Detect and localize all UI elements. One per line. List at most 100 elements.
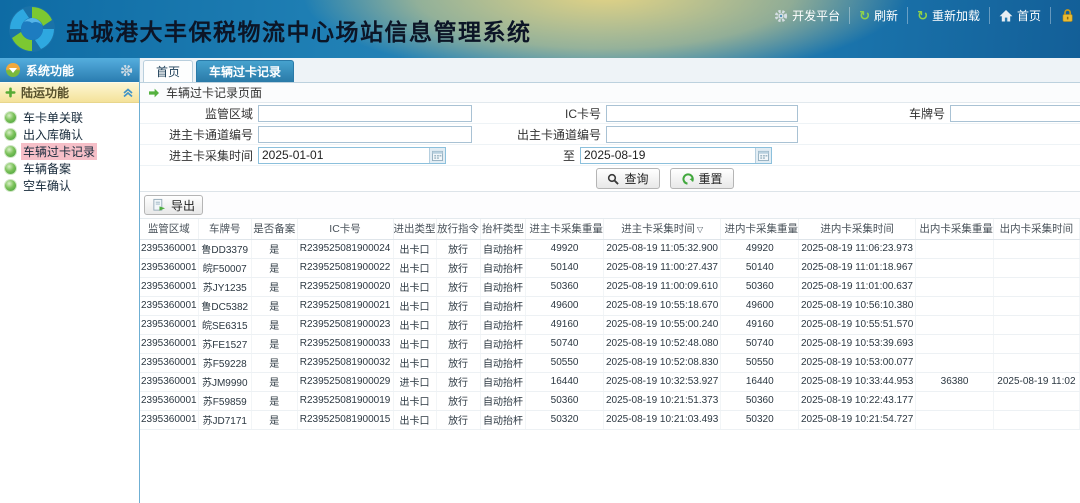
sidebar-item-label: 车辆过卡记录 <box>21 143 97 160</box>
table-cell: 出卡口 <box>393 391 436 410</box>
tab-bar: 首页 车辆过卡记录 <box>140 58 1080 83</box>
table-cell: 2025-08-19 11:05:32.900 <box>603 239 721 258</box>
sidebar-item-1[interactable]: 出入库确认 <box>5 126 139 143</box>
table-cell: 自动抬杆 <box>480 372 526 391</box>
table-row-0[interactable]: 2395360001鲁DD3379是R239525081900024出卡口放行自… <box>140 239 1080 258</box>
table-cell: 出卡口 <box>393 353 436 372</box>
table-cell: 2025-08-19 10:21:51.373 <box>603 391 721 410</box>
table-cell: 放行 <box>436 410 480 429</box>
table-cell: 2025-08-19 10:55:18.670 <box>603 296 721 315</box>
table-cell: 2025-08-19 10:52:08.830 <box>603 353 721 372</box>
table-cell: 出卡口 <box>393 277 436 296</box>
table-cell <box>993 239 1079 258</box>
column-header-10[interactable]: 进内卡采集时间 <box>798 219 915 239</box>
column-header-4[interactable]: 进出类型 <box>393 219 436 239</box>
table-cell: 放行 <box>436 277 480 296</box>
table-cell: 2395360001 <box>140 353 198 372</box>
table-cell: 2395360001 <box>140 334 198 353</box>
reset-button[interactable]: 重置 <box>670 168 734 189</box>
column-header-11[interactable]: 出内卡采集重量 <box>916 219 994 239</box>
table-cell <box>916 315 994 334</box>
sidebar-gear-icon[interactable] <box>120 64 133 77</box>
refresh-link[interactable]: ↻ 刷新 <box>850 7 908 24</box>
table-cell: 自动抬杆 <box>480 391 526 410</box>
entry-channel-input[interactable] <box>258 126 472 143</box>
table-cell: 是 <box>251 334 297 353</box>
plus-leaf-icon <box>5 87 16 98</box>
table-cell: R239525081900022 <box>297 258 393 277</box>
sidebar-item-2[interactable]: 车辆过卡记录 <box>5 143 139 160</box>
table-cell: 放行 <box>436 372 480 391</box>
query-button[interactable]: 查询 <box>596 168 659 189</box>
table-cell: 50740 <box>526 334 604 353</box>
column-header-6[interactable]: 抬杆类型 <box>480 219 526 239</box>
export-button[interactable]: 导出 <box>144 195 203 215</box>
main-area: 首页 车辆过卡记录 车辆过卡记录页面 监管区域 IC卡号 车牌号 进主卡通道编号 <box>140 58 1080 503</box>
table-cell: 是 <box>251 391 297 410</box>
data-grid: 监管区域车牌号是否备案IC卡号进出类型放行指令抬杆类型进主卡采集重量进主卡采集时… <box>140 219 1080 503</box>
plate-number-input[interactable] <box>950 105 1080 122</box>
logout-link[interactable] <box>1051 8 1080 23</box>
table-cell: 放行 <box>436 334 480 353</box>
table-cell <box>993 296 1079 315</box>
date-to-input[interactable] <box>581 148 755 163</box>
column-header-7[interactable]: 进主卡采集重量 <box>526 219 604 239</box>
table-cell: 苏FE1527 <box>198 334 251 353</box>
column-header-0[interactable]: 监管区域 <box>140 219 198 239</box>
table-row-4[interactable]: 2395360001皖SE6315是R239525081900023出卡口放行自… <box>140 315 1080 334</box>
exit-channel-input[interactable] <box>606 126 798 143</box>
menu-bullet-icon <box>5 129 16 140</box>
table-cell: 2025-08-19 11:00:27.437 <box>603 258 721 277</box>
column-header-12[interactable]: 出内卡采集时间 <box>993 219 1079 239</box>
table-row-9[interactable]: 2395360001苏JD7171是R239525081900015出卡口放行自… <box>140 410 1080 429</box>
field-label-collect-time-from: 进主卡采集时间 <box>140 147 258 164</box>
table-cell: 2025-08-19 11:06:23.973 <box>798 239 915 258</box>
sidebar-title: 系统功能 <box>26 62 74 79</box>
column-header-8[interactable]: 进主卡采集时间 ▽ <box>603 219 721 239</box>
column-header-9[interactable]: 进内卡采集重量 <box>721 219 799 239</box>
table-row-6[interactable]: 2395360001苏F59228是R239525081900032出卡口放行自… <box>140 353 1080 372</box>
table-row-8[interactable]: 2395360001苏F59859是R239525081900019出卡口放行自… <box>140 391 1080 410</box>
tab-vehicle-pass-records[interactable]: 车辆过卡记录 <box>196 60 294 82</box>
table-cell: R239525081900021 <box>297 296 393 315</box>
tab-home[interactable]: 首页 <box>143 60 193 82</box>
sidebar-group-landtransport[interactable]: 陆运功能 <box>0 82 139 103</box>
table-row-5[interactable]: 2395360001苏FE1527是R239525081900033出卡口放行自… <box>140 334 1080 353</box>
column-header-5[interactable]: 放行指令 <box>436 219 480 239</box>
ic-card-input[interactable] <box>606 105 798 122</box>
table-cell: 2395360001 <box>140 277 198 296</box>
table-cell: 放行 <box>436 315 480 334</box>
table-row-3[interactable]: 2395360001鲁DC5382是R239525081900021出卡口放行自… <box>140 296 1080 315</box>
sidebar-header[interactable]: 系统功能 <box>0 58 139 82</box>
sidebar-item-4[interactable]: 空车确认 <box>5 177 139 194</box>
lock-icon <box>1060 8 1075 23</box>
table-row-1[interactable]: 2395360001皖F50007是R239525081900022出卡口放行自… <box>140 258 1080 277</box>
table-cell: 鲁DC5382 <box>198 296 251 315</box>
reload-link[interactable]: ↻ 重新加载 <box>908 7 990 24</box>
table-cell: 50140 <box>526 258 604 277</box>
table-cell: 放行 <box>436 258 480 277</box>
calendar-icon[interactable] <box>429 148 445 163</box>
table-cell <box>916 296 994 315</box>
sidebar-item-3[interactable]: 车辆备案 <box>5 160 139 177</box>
table-cell: 2025-08-19 10:21:03.493 <box>603 410 721 429</box>
devplatform-link[interactable]: 开发平台 <box>765 7 850 24</box>
calendar-icon[interactable] <box>755 148 771 163</box>
column-header-3[interactable]: IC卡号 <box>297 219 393 239</box>
date-from-input[interactable] <box>259 148 429 163</box>
table-cell: 2395360001 <box>140 391 198 410</box>
regulation-area-input[interactable] <box>258 105 472 122</box>
table-cell: R239525081900020 <box>297 277 393 296</box>
form-row-1: 监管区域 IC卡号 车牌号 <box>140 103 1080 124</box>
collapse-chevrons-icon[interactable] <box>122 88 134 98</box>
home-link[interactable]: 首页 <box>990 7 1051 24</box>
column-header-2[interactable]: 是否备案 <box>251 219 297 239</box>
app-window: 盐城港大丰保税物流中心场站信息管理系统 开发平台 ↻ 刷新 ↻ 重新加载 <box>0 0 1080 503</box>
menu-bullet-icon <box>5 112 16 123</box>
table-cell: 苏JM9990 <box>198 372 251 391</box>
column-header-1[interactable]: 车牌号 <box>198 219 251 239</box>
table-row-2[interactable]: 2395360001苏JY1235是R239525081900020出卡口放行自… <box>140 277 1080 296</box>
sidebar-item-0[interactable]: 车卡单关联 <box>5 109 139 126</box>
table-row-7[interactable]: 2395360001苏JM9990是R239525081900029进卡口放行自… <box>140 372 1080 391</box>
table-cell: 皖F50007 <box>198 258 251 277</box>
